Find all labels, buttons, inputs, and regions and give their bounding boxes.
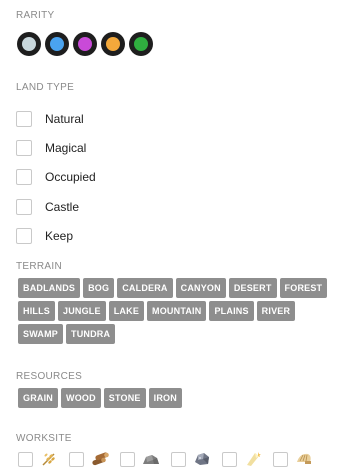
worksite-option-grain[interactable] [18,450,59,468]
castle-checkbox[interactable] [16,198,32,215]
natural-checkbox[interactable] [16,110,32,127]
terrain-tag-forest[interactable]: FOREST [279,278,328,298]
terrain-tag-swamp[interactable]: SWAMP [18,324,64,344]
worksite-checkbox[interactable] [273,451,288,467]
land-type-label: Magical [45,141,87,156]
worksite-checkbox[interactable] [69,451,84,467]
keep-checkbox[interactable] [16,228,32,245]
wood-logs-icon [92,452,109,466]
rarity-options [17,32,153,56]
resource-tag-iron[interactable]: IRON [148,388,182,408]
rarity-color-swatch [78,37,92,51]
worksite-checkbox[interactable] [171,451,186,467]
rarity-color-swatch [106,37,120,51]
rarity-color-swatch [134,37,148,51]
worksite-option-iron[interactable] [171,450,212,468]
resource-tag-grain[interactable]: GRAIN [18,388,58,408]
worksite-option-wood[interactable] [69,450,110,468]
land-type-label: Occupied [45,170,96,185]
land-type-keep[interactable]: Keep [16,222,96,251]
worksite-checkbox[interactable] [120,451,135,467]
rarity-option-epic[interactable] [73,32,97,56]
terrain-tag-mountain[interactable]: MOUNTAIN [147,301,207,321]
magic-crystal-icon [247,452,261,466]
worksite-option-shell[interactable] [273,450,314,468]
stone-icon [143,455,159,464]
worksite-checkbox[interactable] [222,451,237,467]
terrain-tag-lake[interactable]: LAKE [108,301,145,321]
terrain-tag-hills[interactable]: HILLS [18,301,55,321]
terrain-tag-desert[interactable]: DESERT [228,278,277,298]
terrain-title: TERRAIN [16,261,62,272]
iron-ore-icon [195,453,209,465]
terrain-tag-badlands[interactable]: BADLANDS [18,278,81,298]
terrain-tag-bog[interactable]: BOG [83,278,115,298]
terrain-tags: BADLANDS BOG CALDERA CANYON DESERT FORES… [18,278,340,344]
land-type-natural[interactable]: Natural [16,104,96,133]
shell-icon [297,453,311,464]
land-type-magical[interactable]: Magical [16,133,96,162]
land-type-castle[interactable]: Castle [16,192,96,221]
worksite-checkbox[interactable] [18,451,33,467]
worksite-options [18,450,324,468]
terrain-tag-plains[interactable]: PLAINS [209,301,254,321]
rarity-option-rare[interactable] [45,32,69,56]
terrain-tag-tundra[interactable]: TUNDRA [66,324,116,344]
land-type-title: LAND TYPE [16,82,75,93]
terrain-tag-caldera[interactable]: CALDERA [117,278,173,298]
rarity-option-common[interactable] [17,32,41,56]
land-type-occupied[interactable]: Occupied [16,163,96,192]
occupied-checkbox[interactable] [16,169,32,186]
rarity-option-uncommon[interactable] [129,32,153,56]
rarity-title: RARITY [16,10,55,21]
land-type-label: Keep [45,229,74,244]
rarity-color-swatch [50,37,64,51]
land-type-label: Natural [45,111,84,126]
land-type-list: Natural Magical Occupied Castle Keep [16,104,96,251]
resource-tag-stone[interactable]: STONE [103,388,146,408]
resource-tag-wood[interactable]: WOOD [61,388,101,408]
land-type-label: Castle [45,199,80,214]
rarity-option-legendary[interactable] [101,32,125,56]
magical-checkbox[interactable] [16,140,32,157]
terrain-tag-river[interactable]: RIVER [256,301,296,321]
terrain-tag-jungle[interactable]: JUNGLE [58,301,106,321]
worksite-option-magic[interactable] [222,450,263,468]
resources-tags: GRAIN WOOD STONE IRON [18,388,340,408]
worksite-option-stone[interactable] [120,450,161,468]
rarity-color-swatch [22,37,36,51]
terrain-tag-canyon[interactable]: CANYON [175,278,226,298]
grain-icon [42,453,55,466]
worksite-title: WORKSITE [16,433,72,444]
resources-title: RESOURCES [16,371,83,382]
